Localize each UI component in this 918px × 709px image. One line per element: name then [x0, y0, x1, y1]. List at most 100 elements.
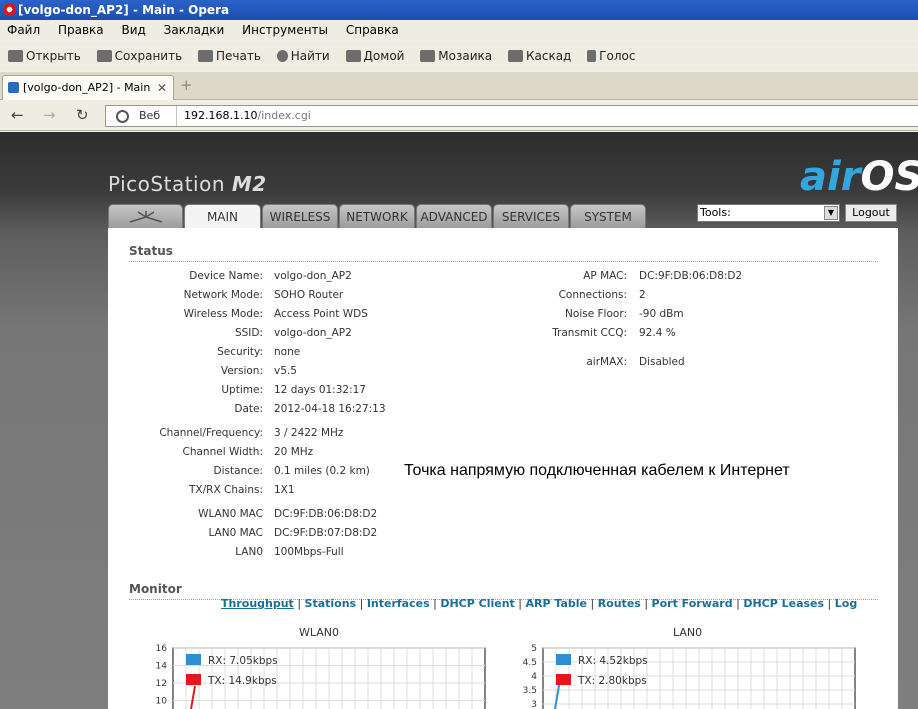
y-tick-label: 14 [156, 662, 168, 672]
status-value: none [274, 346, 301, 358]
window-title: [volgo-don_AP2] - Main - Opera [18, 3, 230, 17]
tab-strip: [volgo-don_AP2] - Main ✕ + [0, 72, 918, 100]
legend-swatch [186, 674, 201, 685]
link-separator: | [429, 597, 441, 610]
y-tick-label: 10 [156, 697, 168, 707]
status-key: Transmit CCQ: [552, 327, 627, 339]
status-value: 1X1 [274, 484, 295, 496]
open-button[interactable]: Открыть [8, 42, 81, 70]
close-tab-icon[interactable]: ✕ [157, 76, 167, 100]
forward-icon[interactable]: → [43, 107, 56, 123]
status-divider [129, 261, 878, 262]
tab-system[interactable]: SYSTEM [570, 204, 646, 228]
monitor-link-port-forward[interactable]: Port Forward [652, 597, 733, 610]
status-key: Version: [220, 365, 263, 377]
menu-help[interactable]: Справка [339, 20, 406, 40]
link-separator: | [824, 597, 835, 610]
save-button[interactable]: Сохранить [96, 42, 182, 70]
status-key: LAN0 [235, 546, 263, 558]
url-field[interactable]: Веб 192.168.1.10/index.cgi [105, 105, 918, 127]
status-value: 92.4 % [639, 327, 676, 339]
tile-button[interactable]: Мозаика [420, 42, 492, 70]
cascade-button[interactable]: Каскад [507, 42, 571, 70]
printer-icon [198, 50, 213, 62]
web-page: PicoStation M2 airOS™ MAIN WIRELESS NETW… [0, 132, 918, 709]
y-tick-label: 3 [531, 700, 537, 709]
status-value: v5.5 [274, 365, 297, 377]
legend-swatch [186, 654, 201, 665]
monitor-link-dhcp-leases[interactable]: DHCP Leases [743, 597, 824, 610]
monitor-link-routes[interactable]: Routes [598, 597, 641, 610]
monitor-link-interfaces[interactable]: Interfaces [367, 597, 430, 610]
status-value: DC:9F:DB:07:D8:D2 [274, 527, 378, 539]
menu-tools[interactable]: Инструменты [235, 20, 335, 40]
tab-ubnt-logo[interactable] [108, 204, 183, 228]
status-key: SSID: [234, 327, 263, 339]
tab-main[interactable]: MAIN [184, 204, 261, 229]
cascade-icon [507, 50, 523, 62]
menu-file[interactable]: Файл [0, 20, 47, 40]
voice-button[interactable]: Голос [587, 42, 635, 70]
home-icon [345, 50, 361, 62]
browser-tab[interactable]: [volgo-don_AP2] - Main ✕ [2, 75, 174, 100]
status-key: LAN0 MAC [208, 527, 263, 539]
tab-wireless[interactable]: WIRELESS [262, 204, 338, 228]
logout-button[interactable]: Logout [845, 204, 897, 222]
monitor-link-stations[interactable]: Stations [305, 597, 357, 610]
product-logo: PicoStation M2 [108, 172, 267, 196]
tab-services[interactable]: SERVICES [493, 204, 569, 228]
status-value: DC:9F:DB:06:D8:D2 [274, 508, 378, 520]
status-value: -90 dBm [639, 308, 684, 320]
y-tick-label: 3.5 [523, 686, 537, 696]
status-value: volgo-don_AP2 [274, 327, 352, 339]
status-key: WLAN0 MAC [198, 508, 263, 520]
status-value: 2 [639, 289, 646, 301]
new-tab-icon[interactable]: + [180, 78, 194, 93]
tools-select[interactable]: Tools: ▼ [697, 204, 840, 222]
status-value: Access Point WDS [274, 308, 368, 320]
main-content: Status Device Name: volgo-don_AP2 Network … [108, 228, 898, 709]
tab-title: [volgo-don_AP2] - Main [23, 81, 151, 94]
status-key: Distance: [213, 465, 263, 477]
status-value: 2012-04-18 16:27:13 [274, 403, 386, 415]
link-separator: | [732, 597, 744, 610]
tile-icon [420, 50, 436, 62]
home-button[interactable]: Домой [345, 42, 404, 70]
monitor-link-throughput[interactable]: Throughput [221, 597, 294, 610]
menu-edit[interactable]: Правка [51, 20, 111, 40]
status-key: Channel Width: [182, 446, 264, 458]
web-label: Веб [139, 109, 161, 122]
ubnt-logo-icon [129, 211, 162, 223]
link-separator: | [514, 597, 526, 610]
url-text: 192.168.1.10/index.cgi [184, 109, 311, 122]
monitor-link-dhcp-client[interactable]: DHCP Client [440, 597, 514, 610]
back-icon[interactable]: ← [11, 107, 24, 123]
link-separator: | [640, 597, 652, 610]
opera-logo-icon [3, 3, 16, 16]
chevron-down-icon: ▼ [824, 206, 838, 220]
tab-network[interactable]: NETWORK [339, 204, 415, 228]
y-tick-label: 16 [156, 644, 168, 654]
y-tick-label: 4 [531, 672, 537, 682]
search-icon [276, 50, 288, 62]
tab-advanced[interactable]: ADVANCED [416, 204, 492, 228]
status-key: Wireless Mode: [183, 308, 263, 320]
print-button[interactable]: Печать [198, 42, 261, 70]
find-button[interactable]: Найти [276, 42, 330, 70]
y-tick-label: 5 [531, 644, 537, 654]
status-value: 12 days 01:32:17 [274, 384, 366, 396]
chart-title-wlan0: WLAN0 [299, 626, 340, 639]
reload-icon[interactable]: ↻ [76, 107, 89, 123]
legend-swatch [556, 674, 571, 685]
microphone-icon [587, 50, 597, 62]
status-key: Date: [234, 403, 263, 415]
menu-bookmarks[interactable]: Закладки [157, 20, 232, 40]
menu-view[interactable]: Вид [114, 20, 152, 40]
legend-swatch [556, 654, 571, 665]
monitor-link-log[interactable]: Log [835, 597, 857, 610]
save-icon [96, 50, 112, 62]
monitor-link-arp-table[interactable]: ARP Table [526, 597, 588, 610]
status-value: volgo-don_AP2 [274, 270, 352, 282]
y-tick-label: 4.5 [523, 658, 537, 668]
status-value: SOHO Router [274, 289, 344, 301]
